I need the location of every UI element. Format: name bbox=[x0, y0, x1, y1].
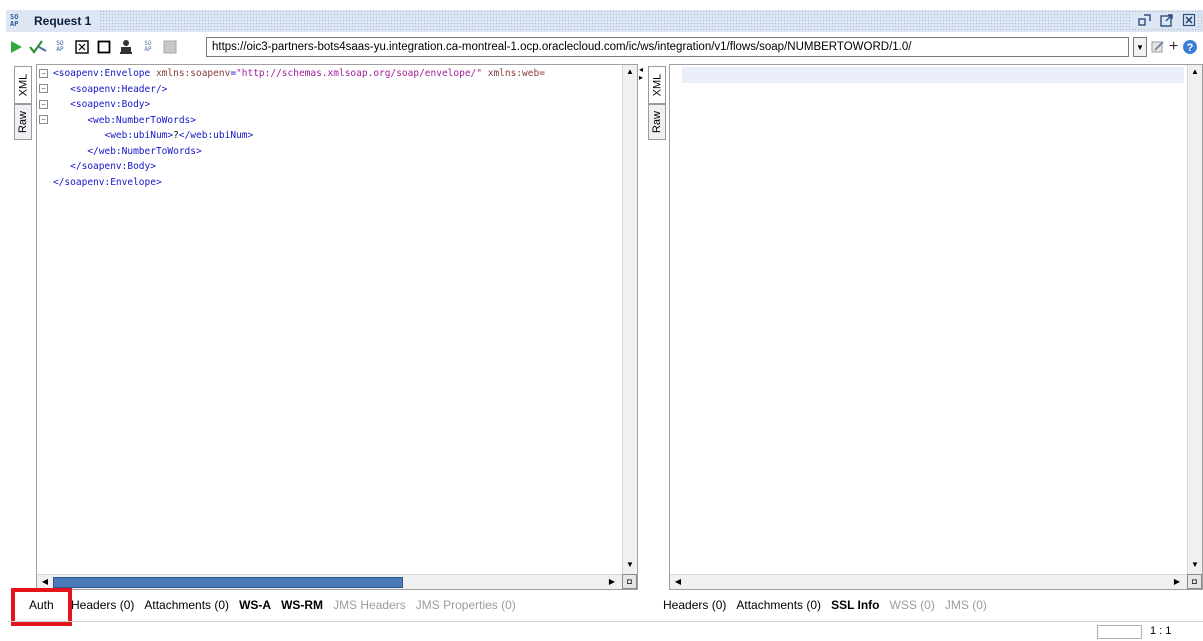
fold-gutter: − − − − bbox=[37, 65, 51, 589]
maximize-editor-icon[interactable] bbox=[94, 38, 114, 56]
xml-tag: </web:NumberToWords> bbox=[87, 145, 202, 157]
help-icon[interactable]: ? bbox=[1182, 39, 1198, 55]
request-title: Request 1 bbox=[34, 14, 92, 28]
endpoint-tools: + ? bbox=[1151, 37, 1198, 57]
scroll-right-icon[interactable]: ▶ bbox=[607, 576, 617, 588]
fold-envelope-icon[interactable]: − bbox=[39, 69, 48, 78]
request-tab-attachments-0[interactable]: Attachments (0) bbox=[144, 598, 229, 612]
xml-tag: <web:ubiNum> bbox=[104, 130, 174, 141]
close-icon[interactable] bbox=[1181, 12, 1197, 28]
xml-tag: </soapenv:Envelope> bbox=[53, 176, 162, 188]
run-icon[interactable] bbox=[6, 38, 26, 56]
request-title-bar: SO AP Request 1 bbox=[6, 10, 1203, 32]
scroll-left-icon[interactable]: ◀ bbox=[40, 576, 50, 588]
editor-corner-icon[interactable]: ◘ bbox=[1187, 574, 1202, 589]
response-bottom-tabs: Headers (0) Attachments (0) SSL Info WSS (0… bbox=[663, 598, 997, 612]
soap-settings-icon[interactable]: SO AP bbox=[138, 38, 158, 56]
request-horizontal-scrollbar[interactable]: ◀ ▶ bbox=[37, 574, 622, 589]
request-toolbar: SO AP SO AP https://oic3-partners-bots4saa… bbox=[6, 36, 1203, 58]
add-assertion-icon[interactable] bbox=[28, 38, 48, 56]
xml-line: <web:ubiNum>?</web:ubiNum> bbox=[53, 128, 545, 144]
collapse-right-icon[interactable]: ▸ bbox=[639, 74, 643, 82]
xml-tag: <soapenv:Body> bbox=[70, 99, 151, 110]
request-tab-headers-0[interactable]: Headers (0) bbox=[71, 598, 134, 612]
add-endpoint-icon[interactable] bbox=[116, 38, 136, 56]
xml-line: <soapenv:Body> bbox=[53, 97, 545, 113]
tab-label: Raw bbox=[651, 110, 664, 134]
tab-label: Raw bbox=[17, 110, 30, 134]
xml-line: <web:NumberToWords> bbox=[53, 113, 545, 129]
response-tab-attachments-0[interactable]: Attachments (0) bbox=[736, 598, 821, 612]
xml-attr: xmlns:web= bbox=[482, 68, 545, 79]
fold-numbertowords-icon[interactable]: − bbox=[39, 115, 48, 124]
xml-line: </web:NumberToWords> bbox=[53, 144, 545, 160]
title-left: SO AP Request 1 bbox=[6, 10, 100, 32]
response-tab-wss-0: WSS (0) bbox=[889, 598, 935, 612]
scroll-left-icon[interactable]: ◀ bbox=[673, 576, 683, 588]
request-tab-ws-a[interactable]: WS-A bbox=[239, 598, 271, 612]
response-tab-headers-0[interactable]: Headers (0) bbox=[663, 598, 726, 612]
request-xml-editor[interactable]: − − − − <soapenv:Envelope xmlns:soapenv=… bbox=[36, 64, 638, 590]
logo-bottom-text: AP bbox=[10, 20, 19, 28]
xml-tag: <soapenv:Envelope bbox=[53, 68, 156, 79]
tab-label: XML bbox=[651, 73, 663, 97]
tab-response-xml[interactable]: XML bbox=[648, 66, 666, 104]
response-tab-ssl-info[interactable]: SSL Info bbox=[831, 598, 879, 612]
restore-icon[interactable] bbox=[1137, 12, 1153, 28]
xml-tag: <soapenv:Header/> bbox=[70, 83, 168, 95]
create-empty-request-icon[interactable]: SO AP bbox=[50, 38, 70, 56]
scroll-up-icon[interactable]: ▲ bbox=[625, 66, 635, 78]
xml-val: "http://schemas.xmlsoap.org/soap/envelop… bbox=[236, 68, 482, 79]
endpoint-dropdown-chevron-down-icon[interactable]: ▼ bbox=[1133, 37, 1147, 57]
request-xml-content[interactable]: <soapenv:Envelope xmlns:soapenv="http://… bbox=[53, 66, 545, 190]
xml-line: </soapenv:Body> bbox=[53, 159, 545, 175]
response-horizontal-scrollbar[interactable]: ◀ ▶ bbox=[670, 574, 1187, 589]
add-icon[interactable]: + bbox=[1169, 39, 1178, 55]
split-divider[interactable]: ◂ ▸ bbox=[638, 64, 648, 590]
tab-auth[interactable]: Auth bbox=[29, 598, 54, 612]
maximize-icon[interactable] bbox=[1159, 12, 1175, 28]
format-xml-icon[interactable] bbox=[72, 38, 92, 56]
fold-body-icon[interactable]: − bbox=[39, 100, 48, 109]
request-bottom-tabs: Headers (0) Attachments (0) WS-A WS-RM JMS H… bbox=[71, 598, 526, 612]
xml-line: </soapenv:Envelope> bbox=[53, 175, 545, 191]
response-xml-editor[interactable]: ▲ ▼ ◀ ▶ ◘ bbox=[669, 64, 1203, 590]
scroll-up-icon[interactable]: ▲ bbox=[1190, 66, 1200, 78]
scroll-down-icon[interactable]: ▼ bbox=[1190, 559, 1200, 571]
xml-line: <soapenv:Header/> bbox=[53, 82, 545, 98]
xml-attr: xmlns:soapenv bbox=[155, 68, 231, 79]
tab-request-xml[interactable]: XML bbox=[14, 66, 32, 104]
tab-label: XML bbox=[17, 73, 29, 97]
cursor-position: 1 : 1 bbox=[1150, 625, 1172, 637]
status-field bbox=[1097, 625, 1142, 639]
xml-line: <soapenv:Envelope xmlns:soapenv="http://… bbox=[53, 66, 545, 82]
horizontal-scroll-thumb[interactable] bbox=[53, 577, 403, 588]
request-tab-ws-rm[interactable]: WS-RM bbox=[281, 598, 323, 612]
response-vertical-scrollbar[interactable]: ▲ ▼ bbox=[1187, 65, 1202, 589]
request-tab-jms-headers: JMS Headers bbox=[333, 598, 406, 612]
tab-response-raw[interactable]: Raw bbox=[648, 104, 666, 140]
svg-text:?: ? bbox=[1187, 42, 1194, 54]
request-tab-jms-properties-0: JMS Properties (0) bbox=[415, 598, 516, 612]
status-divider bbox=[8, 621, 1203, 622]
request-vertical-scrollbar[interactable]: ▲ ▼ bbox=[622, 65, 637, 589]
scroll-down-icon[interactable]: ▼ bbox=[625, 559, 635, 571]
response-tab-jms-0: JMS (0) bbox=[944, 598, 987, 612]
current-line-highlight bbox=[682, 67, 1184, 83]
xml-tag: </web:ubiNum> bbox=[178, 130, 254, 141]
tab-request-raw[interactable]: Raw bbox=[14, 104, 32, 140]
window-controls bbox=[1131, 12, 1197, 28]
xml-tag: </soapenv:Body> bbox=[70, 161, 156, 172]
soapui-logo-icon: SO AP bbox=[10, 13, 32, 29]
fold-header-icon[interactable]: − bbox=[39, 84, 48, 93]
editor-corner-icon[interactable]: ◘ bbox=[622, 574, 637, 589]
scroll-right-icon[interactable]: ▶ bbox=[1172, 576, 1182, 588]
stop-icon[interactable] bbox=[160, 38, 180, 56]
xml-tag: <web:NumberToWords> bbox=[87, 114, 196, 126]
edit-endpoint-icon[interactable] bbox=[1151, 40, 1165, 54]
endpoint-url-input[interactable]: https://oic3-partners-bots4saas-yu.integ… bbox=[206, 37, 1129, 57]
